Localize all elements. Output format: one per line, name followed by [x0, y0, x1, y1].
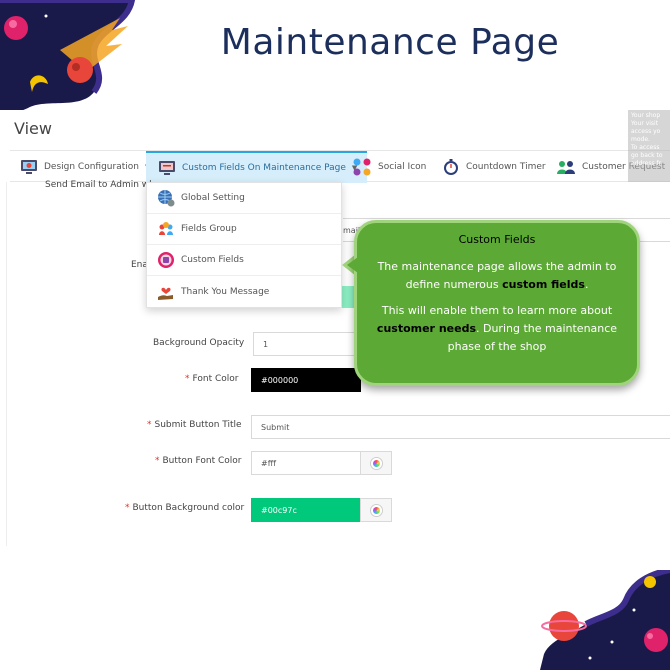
menu-item-custom-fields[interactable]: Custom Fields — [147, 245, 341, 276]
submit-button-title-label: * Submit Button Title — [147, 420, 242, 430]
cropped-overlay-panel: Your shop Your visit access yo mode. To … — [628, 110, 670, 182]
background-opacity-input[interactable]: 1 — [253, 332, 361, 356]
monitor-gear-icon — [21, 160, 37, 174]
overlay-text-line: Your visit — [631, 120, 659, 127]
tab-label: Design Configuration — [44, 162, 139, 172]
tab-bar: Design Configuration ▼ Custom Fields On … — [10, 150, 670, 183]
overlay-text-line: Your shop — [631, 112, 661, 119]
opacity-value: 1 — [263, 339, 269, 349]
button-font-color-input[interactable]: #fff — [251, 451, 361, 475]
overlay-text-line: mode. — [631, 136, 650, 143]
send-email-label: Send Email to Admin whe — [45, 180, 161, 190]
social-dots-icon — [353, 158, 371, 176]
tab-label: Countdown Timer — [466, 162, 546, 172]
overlay-text-line: To access — [631, 144, 660, 151]
people-icon — [557, 161, 575, 174]
tab-design-configuration[interactable]: Design Configuration ▼ — [20, 151, 150, 183]
submit-button-title-input[interactable]: Submit — [251, 415, 670, 439]
tab-countdown-timer[interactable]: Countdown Timer — [442, 151, 546, 183]
background-opacity-label: Background Opacity — [153, 338, 245, 348]
font-color-label: * Font Color — [185, 374, 239, 384]
label-text: Button Background color — [132, 503, 245, 513]
callout-title: Custom Fields — [458, 233, 536, 246]
label-text: Submit Button Title — [154, 420, 242, 430]
tab-social-icon[interactable]: Social Icon — [352, 151, 426, 183]
color-wheel-icon — [370, 504, 382, 516]
people-group-icon — [159, 222, 173, 235]
custom-fields-dropdown: Global Setting Fields Group Custom Field… — [146, 182, 342, 308]
overlay-text-line: address fr — [631, 160, 662, 167]
menu-item-fields-group[interactable]: Fields Group — [147, 214, 341, 245]
stopwatch-icon — [444, 159, 458, 175]
label-text: Button Font Color — [162, 456, 242, 466]
view-title: View — [14, 119, 52, 138]
button-background-color-picker[interactable] — [360, 498, 392, 522]
callout-text: . — [584, 278, 589, 291]
menu-item-label: Thank You Message — [181, 286, 270, 297]
button-font-color-label: * Button Font Color — [155, 456, 242, 466]
tab-custom-fields[interactable]: Custom Fields On Maintenance Page ▼ — [146, 151, 368, 183]
overlay-text-line: go back to — [631, 152, 663, 159]
space-decoration-top-left — [0, 0, 136, 112]
button-background-color-label: * Button Background color — [125, 503, 245, 513]
menu-item-global-setting[interactable]: Global Setting — [147, 183, 341, 214]
color-wheel-icon — [370, 457, 382, 469]
button-font-color-picker[interactable] — [360, 451, 392, 475]
button-font-color-value: #fff — [261, 458, 277, 468]
page-headline: Maintenance Page — [220, 22, 560, 63]
space-decoration-bottom-right — [540, 570, 670, 670]
menu-item-thank-you-message[interactable]: Thank You Message — [147, 276, 341, 307]
menu-item-label: Custom Fields — [181, 255, 244, 265]
menu-item-label: Global Setting — [181, 193, 245, 203]
font-color-value: #000000 — [261, 375, 299, 385]
tab-label: Social Icon — [378, 162, 427, 172]
callout-paragraph-1: The maintenance page allows the admin to… — [375, 258, 619, 294]
callout-emphasis: custom fields — [502, 278, 585, 291]
custom-fields-callout: Custom Fields The maintenance page allow… — [354, 220, 640, 386]
overlay-text-line: access yo — [631, 128, 661, 135]
font-color-input[interactable]: #000000 — [251, 368, 361, 392]
menu-item-label: Fields Group — [181, 224, 237, 234]
globe-gear-icon — [158, 190, 175, 207]
custom-field-icon — [158, 252, 174, 268]
button-background-color-input[interactable]: #00c97c — [251, 498, 361, 522]
tab-label: Custom Fields On Maintenance Page — [182, 163, 346, 173]
callout-emphasis: customer needs — [376, 322, 476, 335]
monitor-form-icon — [159, 161, 175, 175]
hand-heart-icon — [158, 287, 173, 300]
callout-text: This will enable them to learn more abou… — [381, 304, 613, 317]
submit-title-value: Submit — [261, 422, 290, 432]
callout-pointer-inner — [347, 257, 358, 273]
button-bg-color-value: #00c97c — [261, 505, 297, 515]
callout-paragraph-2: This will enable them to learn more abou… — [375, 302, 619, 356]
label-text: Font Color — [192, 374, 239, 384]
